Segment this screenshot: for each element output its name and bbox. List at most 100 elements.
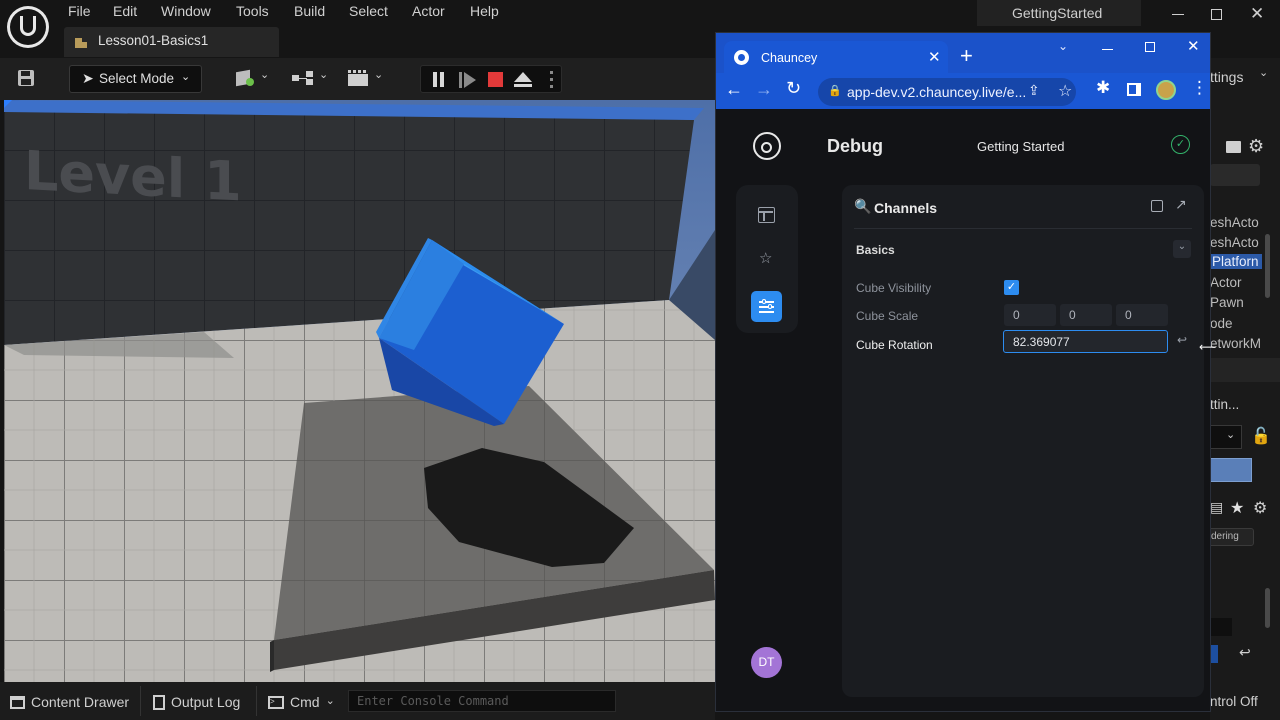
- close-tab-icon[interactable]: ✕: [928, 48, 941, 66]
- channels-sliders-icon[interactable]: [751, 291, 782, 322]
- output-log-label: Output Log: [171, 694, 241, 710]
- cube-scale-y-input[interactable]: 0: [1060, 304, 1112, 326]
- chevron-down-icon: ⌄: [325, 694, 335, 707]
- chauncey-logo-icon[interactable]: [753, 132, 781, 160]
- add-folder-icon[interactable]: [1226, 141, 1241, 153]
- add-actor-icon[interactable]: ⌄: [236, 69, 269, 87]
- level-viewport[interactable]: Level 1: [4, 100, 715, 682]
- channels-search-label[interactable]: Channels: [874, 200, 937, 216]
- menu-actor[interactable]: Actor: [412, 3, 445, 19]
- minimize-icon[interactable]: [1102, 49, 1113, 50]
- search-field-partial[interactable]: [1210, 164, 1260, 186]
- star-icon[interactable]: ★: [1230, 498, 1244, 518]
- viewport-corner-marker: [4, 100, 12, 108]
- more-options-icon[interactable]: [550, 71, 553, 88]
- menu-build[interactable]: Build: [294, 3, 325, 19]
- user-initials: DT: [758, 655, 775, 669]
- play-controls: [420, 65, 562, 93]
- forward-icon[interactable]: →: [755, 79, 773, 100]
- cube-scale-x-input[interactable]: 0: [1004, 304, 1056, 326]
- skip-frame-icon[interactable]: [459, 72, 477, 88]
- select-mode-dropdown[interactable]: ➤ Select Mode ⌄: [69, 65, 202, 93]
- profile-avatar[interactable]: [1156, 80, 1176, 100]
- terminal-icon: >: [268, 695, 284, 709]
- bookmark-star-icon[interactable]: ☆: [1058, 81, 1072, 101]
- unreal-logo-icon[interactable]: [7, 6, 49, 48]
- reset-arrow-icon[interactable]: ↩: [1239, 644, 1251, 661]
- close-icon[interactable]: ✕: [1250, 4, 1264, 24]
- status-label-partial[interactable]: ntrol Off: [1210, 694, 1258, 709]
- list-icon[interactable]: ▤: [1210, 499, 1223, 516]
- outliner-row-selected[interactable]: Platforn: [1210, 254, 1262, 269]
- stop-icon[interactable]: [488, 72, 503, 87]
- layout-icon[interactable]: [758, 207, 775, 223]
- scrollbar[interactable]: [1265, 588, 1270, 628]
- settings-icon[interactable]: ⚙: [1253, 498, 1267, 518]
- outliner-row[interactable]: Actor: [1210, 275, 1242, 290]
- share-icon[interactable]: ⇪: [1028, 82, 1040, 99]
- menu-edit[interactable]: Edit: [113, 3, 137, 19]
- reset-value-icon[interactable]: ↩: [1177, 333, 1187, 347]
- favorites-star-icon[interactable]: ☆: [759, 249, 772, 267]
- cinematics-icon[interactable]: ⌄: [348, 69, 384, 87]
- project-title: Getting Started: [977, 139, 1065, 154]
- cmd-dropdown[interactable]: > Cmd ⌄: [268, 690, 335, 714]
- output-log-button[interactable]: Output Log: [153, 690, 240, 714]
- ordering-chip[interactable]: dering: [1210, 528, 1254, 546]
- level-tab[interactable]: Lesson01-Basics1: [64, 27, 279, 57]
- blueprint-icon[interactable]: ⌄: [292, 69, 328, 85]
- user-avatar[interactable]: DT: [751, 647, 782, 678]
- cube-visibility-label: Cube Visibility: [856, 281, 932, 295]
- address-bar[interactable]: 🔒 app-dev.v2.chauncey.live/e... ⇪ ☆: [818, 78, 1076, 106]
- content-drawer-button[interactable]: Content Drawer: [10, 690, 129, 714]
- outliner-row[interactable]: eshActo: [1210, 215, 1259, 230]
- back-icon[interactable]: ←: [725, 79, 743, 100]
- menu-tools[interactable]: Tools: [236, 3, 269, 19]
- gear-icon[interactable]: ⚙: [1248, 136, 1264, 157]
- group-header-basics[interactable]: Basics: [856, 243, 895, 257]
- scrollbar[interactable]: [1265, 234, 1270, 298]
- cube-visibility-checkbox[interactable]: ✓: [1004, 280, 1019, 295]
- chevron-down-icon: ⌄: [181, 71, 191, 83]
- lock-icon[interactable]: 🔓: [1251, 426, 1271, 446]
- level-tab-label: Lesson01-Basics1: [98, 33, 209, 48]
- maximize-icon[interactable]: [1211, 9, 1222, 20]
- outliner-row[interactable]: ode: [1210, 316, 1233, 331]
- minimize-icon[interactable]: [1172, 14, 1184, 15]
- side-panel-icon[interactable]: [1127, 83, 1141, 96]
- outliner-row[interactable]: eshActo: [1210, 235, 1259, 250]
- level-icon: [75, 38, 87, 48]
- menu-window[interactable]: Window: [161, 3, 211, 19]
- square-icon[interactable]: [1151, 200, 1163, 212]
- console-command-input[interactable]: Enter Console Command: [348, 690, 616, 712]
- menu-file[interactable]: File: [68, 3, 91, 19]
- collapse-chevron-icon[interactable]: ⌄: [1173, 240, 1191, 258]
- maximize-icon[interactable]: [1145, 42, 1155, 52]
- pause-icon[interactable]: [432, 72, 446, 87]
- menu-select[interactable]: Select: [349, 3, 388, 19]
- kebab-menu-icon[interactable]: ⋮: [1191, 78, 1208, 98]
- divider: [140, 686, 141, 716]
- save-icon[interactable]: [17, 69, 35, 87]
- new-tab-icon[interactable]: +: [960, 43, 973, 69]
- input-partial[interactable]: [1210, 618, 1232, 636]
- address-bar-row: ← → ↻ 🔒 app-dev.v2.chauncey.live/e... ⇪ …: [716, 73, 1210, 109]
- dropdown-partial[interactable]: ⌄: [1210, 425, 1242, 449]
- connected-check-icon: ✓: [1171, 135, 1190, 154]
- color-field-partial[interactable]: [1210, 645, 1218, 663]
- ordering-label-partial: dering: [1211, 531, 1239, 542]
- tab-search-icon[interactable]: ⌄: [1058, 39, 1068, 53]
- divider: [854, 228, 1192, 229]
- reload-icon[interactable]: ↻: [786, 78, 801, 99]
- chevron-down-icon: ⌄: [1259, 67, 1269, 79]
- menu-help[interactable]: Help: [470, 3, 499, 19]
- cube-scale-z-input[interactable]: 0: [1116, 304, 1168, 326]
- outliner-row[interactable]: Pawn: [1210, 295, 1244, 310]
- open-external-icon[interactable]: ↗: [1175, 196, 1187, 213]
- cube-rotation-input[interactable]: 82.369077: [1003, 330, 1168, 353]
- settings-label-partial[interactable]: ttings: [1210, 69, 1243, 85]
- close-window-icon[interactable]: ✕: [1187, 37, 1200, 55]
- extensions-icon[interactable]: ✱: [1096, 78, 1110, 98]
- eject-icon[interactable]: [514, 72, 532, 88]
- outliner-row[interactable]: etworkM: [1210, 336, 1261, 351]
